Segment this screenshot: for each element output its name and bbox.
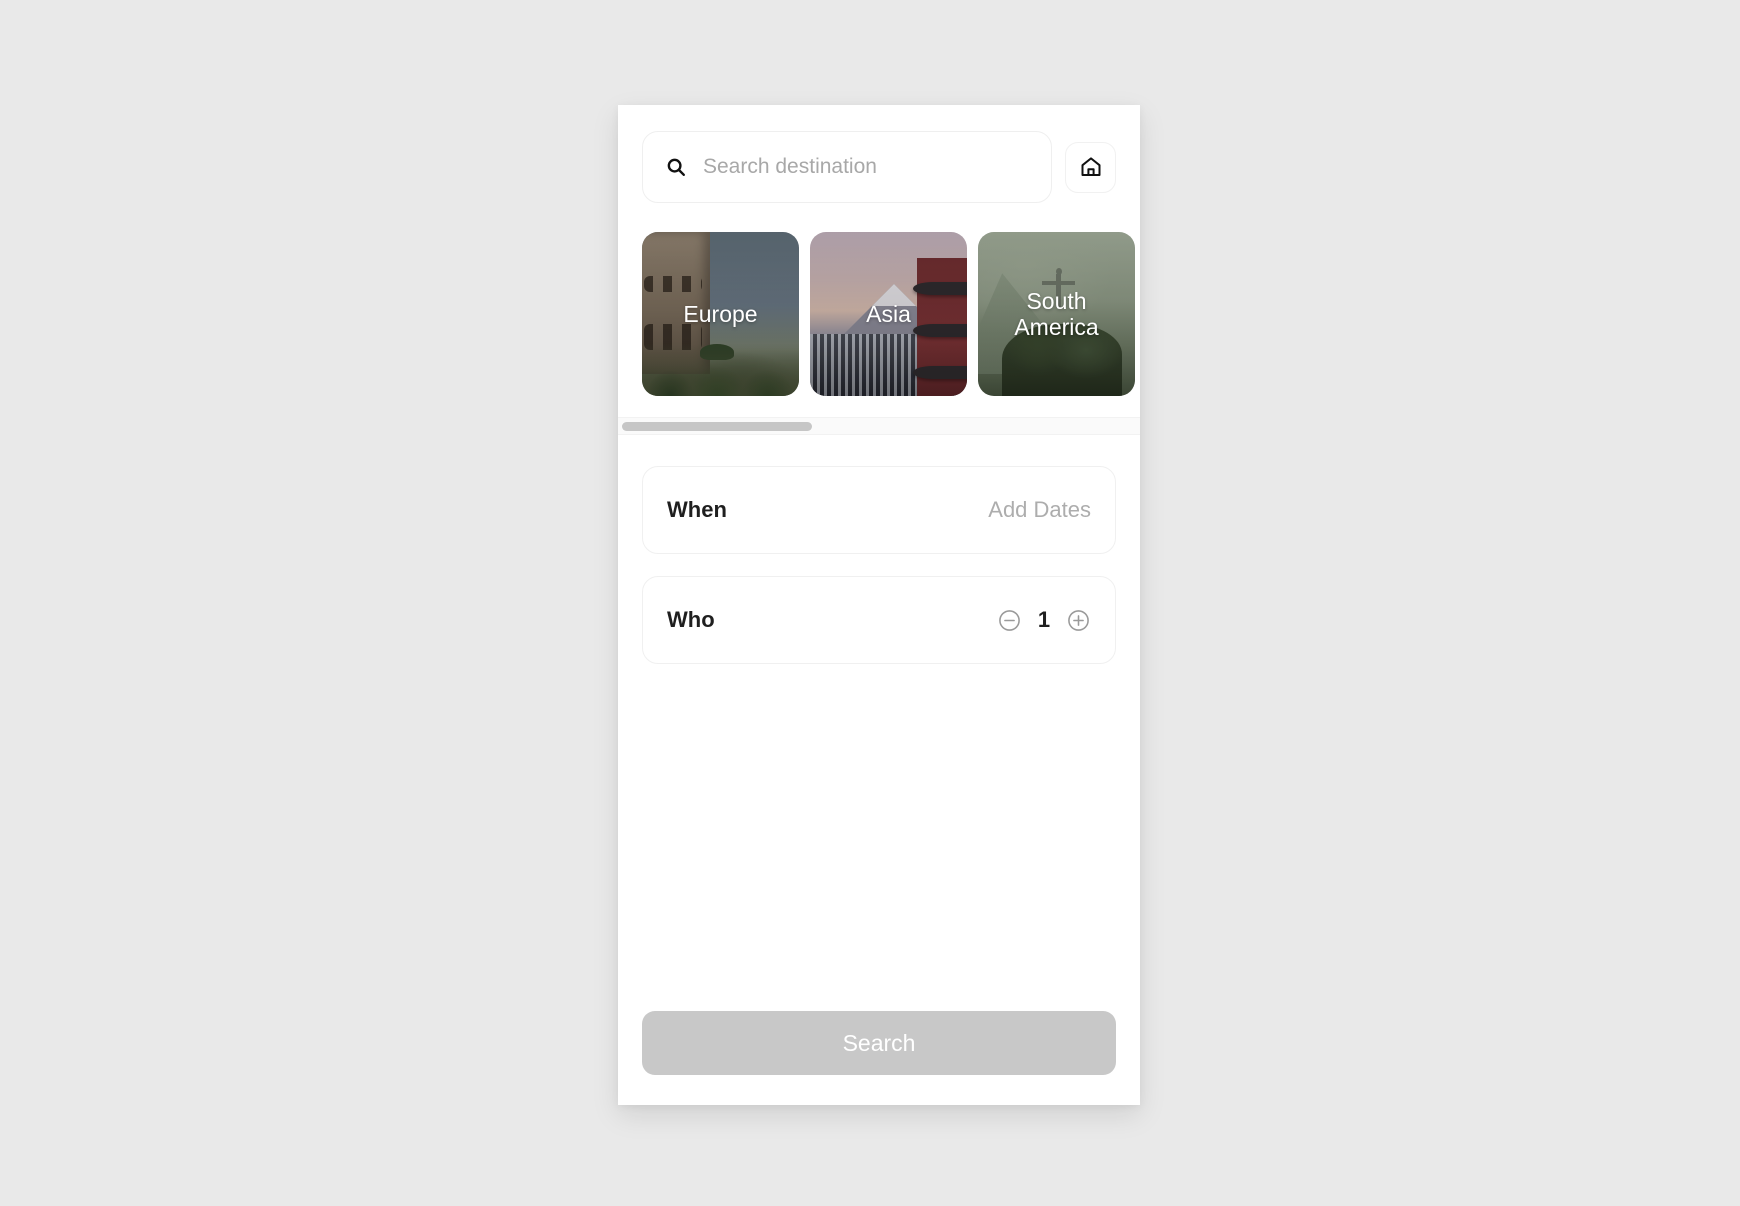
home-icon — [1079, 155, 1103, 179]
home-button[interactable] — [1065, 141, 1116, 193]
who-row[interactable]: Who 1 — [642, 576, 1116, 664]
destination-card-south-america[interactable]: South America — [978, 232, 1135, 396]
destination-card-europe[interactable]: Europe — [642, 232, 799, 396]
guest-count: 1 — [1037, 607, 1051, 632]
who-label: Who — [667, 607, 715, 632]
when-label: When — [667, 497, 727, 522]
search-field-container[interactable] — [642, 131, 1052, 203]
when-value[interactable]: Add Dates — [988, 497, 1091, 523]
options-section: When Add Dates Who 1 — [618, 435, 1140, 664]
when-row[interactable]: When Add Dates — [642, 466, 1116, 554]
carousel-scrollbar[interactable] — [618, 417, 1140, 435]
destination-label: South America — [1014, 287, 1099, 340]
destination-card-asia[interactable]: Asia — [810, 232, 967, 396]
plus-circle-icon — [1066, 609, 1091, 636]
footer: Search — [618, 1011, 1140, 1105]
scrollbar-track[interactable] — [622, 421, 1136, 431]
destination-label: Europe — [683, 300, 758, 327]
screen: Europe Asia — [0, 0, 1740, 1206]
decrement-button[interactable] — [997, 608, 1022, 633]
search-row — [618, 105, 1140, 203]
search-icon — [665, 156, 687, 178]
search-input[interactable] — [703, 155, 1029, 179]
minus-circle-icon — [997, 609, 1022, 636]
destination-carousel[interactable]: Europe Asia South America — [618, 232, 1140, 396]
guest-stepper: 1 — [997, 607, 1091, 633]
phone-panel: Europe Asia — [618, 105, 1140, 1105]
scrollbar-thumb[interactable] — [622, 421, 813, 431]
search-submit-button[interactable]: Search — [642, 1011, 1116, 1075]
increment-button[interactable] — [1066, 608, 1091, 633]
destination-label: Asia — [866, 300, 911, 327]
